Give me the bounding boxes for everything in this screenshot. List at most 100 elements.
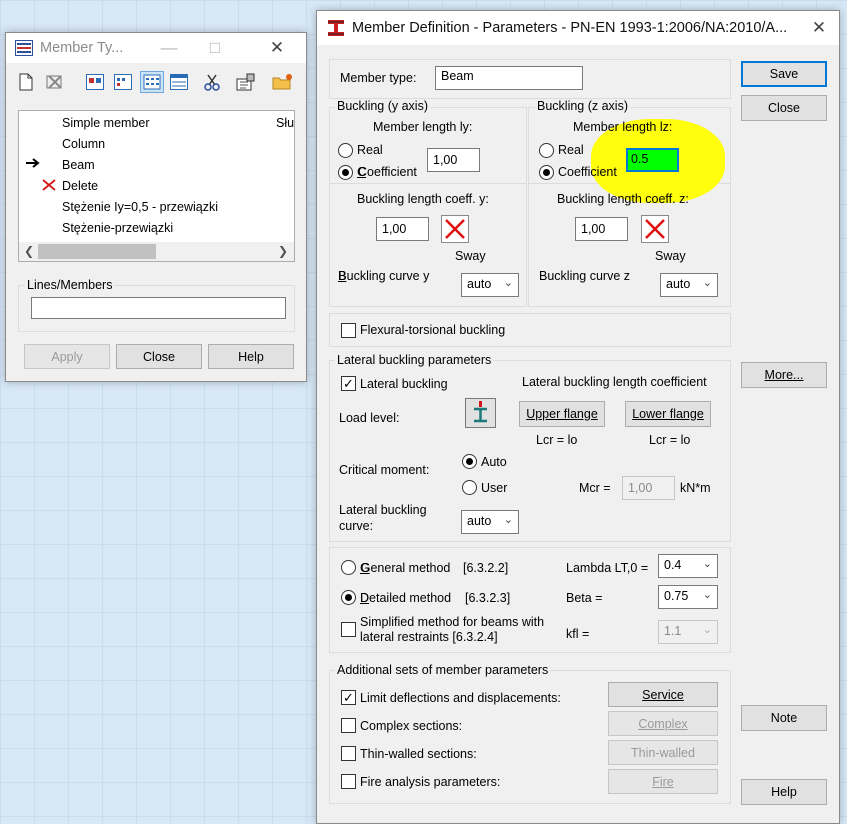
- general-method-radio[interactable]: [341, 560, 356, 575]
- complex-label: Complex: [638, 716, 688, 731]
- lines-members-label: Lines/Members: [25, 278, 115, 292]
- scroll-right-icon[interactable]: ❯: [278, 244, 288, 258]
- small-icons-icon[interactable]: [114, 74, 132, 93]
- scrollbar-thumb[interactable]: [38, 244, 156, 259]
- member-type-list[interactable]: Simple member Column Beam Delete Stężeni…: [18, 110, 295, 262]
- details-view-icon[interactable]: [170, 74, 188, 93]
- curve-z-label: Buckling curve z: [539, 269, 631, 283]
- chevron-down-icon: ⌄: [702, 589, 712, 601]
- length-y-input[interactable]: 1,00: [427, 148, 480, 172]
- help-button[interactable]: Help: [741, 779, 827, 805]
- maximize-button[interactable]: □: [192, 33, 238, 63]
- apply-button[interactable]: Apply: [24, 344, 110, 369]
- horizontal-scrollbar[interactable]: ❮ ❯: [19, 242, 294, 261]
- complex-sections-checkbox[interactable]: [341, 718, 356, 733]
- length-z-input[interactable]: 0.5: [626, 148, 679, 172]
- fire-label: Fire: [652, 774, 674, 789]
- curve-y-value: auto: [467, 277, 492, 291]
- load-level-button[interactable]: [465, 398, 496, 428]
- coefficient-y-text: Coefficient: [358, 165, 417, 179]
- complex-button[interactable]: Complex: [608, 711, 718, 736]
- coefficient-z-radio[interactable]: [539, 165, 554, 180]
- curve-y-select[interactable]: auto ⌄: [461, 273, 519, 297]
- more-button[interactable]: More...: [741, 362, 827, 388]
- note-button[interactable]: Note: [741, 705, 827, 731]
- beta-value: 0.75: [664, 589, 689, 603]
- member-definition-dialog: Member Definition - Parameters - PN-EN 1…: [316, 10, 840, 824]
- load-level-label: Load level:: [339, 411, 400, 425]
- open-folder-icon[interactable]: [272, 73, 294, 94]
- scroll-left-icon[interactable]: ❮: [24, 244, 34, 258]
- sway-y-toggle[interactable]: [441, 215, 469, 243]
- fire-analysis-checkbox[interactable]: [341, 774, 356, 789]
- close-window-button[interactable]: ✕: [254, 33, 300, 63]
- list-item[interactable]: Simple member: [62, 116, 150, 130]
- large-icons-icon[interactable]: [86, 74, 104, 93]
- service-button[interactable]: Service: [608, 682, 718, 707]
- member-types-toolbar: [14, 71, 299, 95]
- list-item[interactable]: Column: [62, 137, 105, 151]
- list-item[interactable]: Stężenie-przewiązki: [62, 221, 173, 235]
- buckling-coeff-y-input[interactable]: 1,00: [376, 217, 429, 241]
- thin-walled-checkbox[interactable]: [341, 746, 356, 761]
- lateral-coeff-heading: Lateral buckling length coefficient: [522, 375, 707, 389]
- save-button[interactable]: Save: [741, 61, 827, 87]
- lateral-curve-select[interactable]: auto ⌄: [461, 510, 519, 534]
- detailed-method-radio[interactable]: [341, 590, 356, 605]
- kfl-select[interactable]: 1.1 ⌄: [658, 620, 718, 644]
- member-length-y-label: Member length ly:: [373, 120, 473, 134]
- beta-select[interactable]: 0.75 ⌄: [658, 585, 718, 609]
- list-view-icon[interactable]: [140, 71, 164, 93]
- delete-tool-icon[interactable]: [46, 73, 64, 94]
- lambda-select[interactable]: 0.4 ⌄: [658, 554, 718, 578]
- limit-deflections-label: Limit deflections and displacements:: [360, 691, 561, 705]
- buckling-coeff-z-input[interactable]: 1,00: [575, 217, 628, 241]
- mcr-input[interactable]: 1,00: [622, 476, 675, 500]
- minimize-button[interactable]: —: [146, 33, 192, 63]
- close-button[interactable]: Close: [116, 344, 202, 369]
- fire-analysis-label: Fire analysis parameters:: [360, 775, 501, 789]
- curve-z-value: auto: [666, 277, 691, 291]
- thin-walled-label: Thin-walled sections:: [360, 747, 477, 761]
- lateral-curve-value: auto: [467, 514, 492, 528]
- help-button[interactable]: Help: [208, 344, 294, 369]
- lateral-buckling-checkbox[interactable]: ✓: [341, 376, 356, 391]
- list-item[interactable]: Delete: [62, 179, 98, 193]
- upper-flange-button[interactable]: Upper flange: [519, 401, 605, 427]
- auto-radio[interactable]: [462, 454, 477, 469]
- real-y-radio[interactable]: [338, 143, 353, 158]
- service-label: Service: [642, 687, 684, 702]
- thin-walled-btn-label: Thin-walled: [631, 745, 695, 760]
- close-button[interactable]: Close: [741, 95, 827, 121]
- list-item[interactable]: Beam: [62, 158, 95, 172]
- dialog-close-icon[interactable]: ✕: [796, 13, 842, 43]
- real-y-label: Real: [357, 143, 383, 157]
- user-radio[interactable]: [462, 480, 477, 495]
- sway-z-label: Sway: [655, 249, 686, 263]
- coefficient-y-radio[interactable]: [338, 165, 353, 180]
- sway-z-icon: [645, 219, 665, 239]
- thin-walled-button[interactable]: Thin-walled: [608, 740, 718, 765]
- list-item[interactable]: Stężenie Iy=0,5 - przewiązki: [62, 200, 218, 214]
- sway-z-toggle[interactable]: [641, 215, 669, 243]
- lateral-buckling-title: Lateral buckling parameters: [335, 353, 494, 367]
- beta-label: Beta =: [566, 591, 603, 605]
- limit-deflections-checkbox[interactable]: ✓: [341, 690, 356, 705]
- kfl-label: kfl =: [566, 627, 590, 641]
- buckling-coeff-z-label: Buckling length coeff. z:: [557, 192, 689, 206]
- detailed-method-ref: [6.3.2.3]: [465, 591, 511, 605]
- cut-icon[interactable]: [204, 73, 220, 94]
- real-z-radio[interactable]: [539, 143, 554, 158]
- lower-flange-button[interactable]: Lower flange: [625, 401, 711, 427]
- lines-members-input[interactable]: [31, 297, 286, 319]
- member-types-title: Member Ty...: [40, 40, 124, 56]
- simplified-method-checkbox[interactable]: [341, 622, 356, 637]
- lcr-lower-label: Lcr = lo: [649, 433, 691, 447]
- flexural-torsional-checkbox[interactable]: [341, 323, 356, 338]
- lcr-upper-label: Lcr = lo: [536, 433, 578, 447]
- fire-button[interactable]: Fire: [608, 769, 718, 794]
- new-icon[interactable]: [18, 73, 34, 94]
- curve-z-select[interactable]: auto ⌄: [660, 273, 718, 297]
- properties-icon[interactable]: [236, 73, 256, 94]
- lateral-curve-label-line2: curve:: [339, 519, 374, 533]
